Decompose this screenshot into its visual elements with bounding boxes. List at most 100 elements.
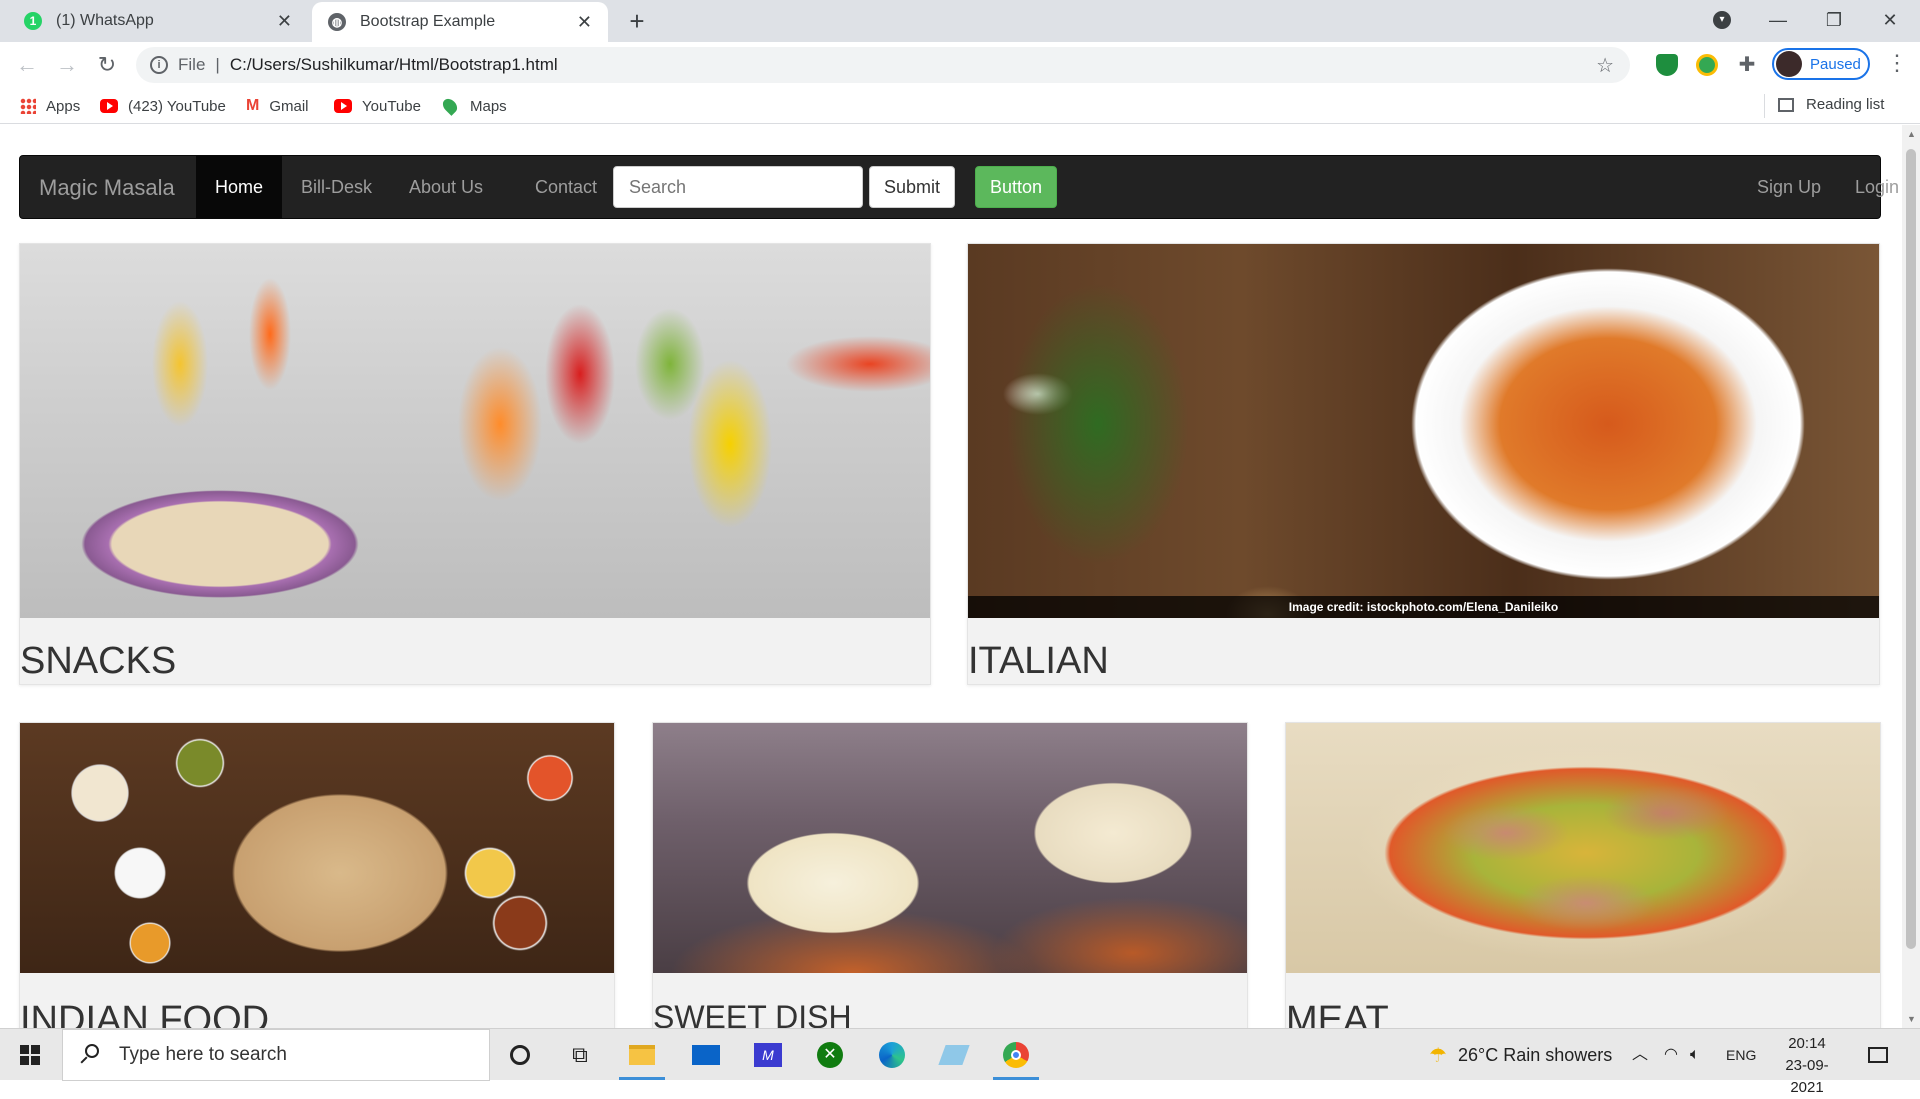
shield-extension-icon[interactable] [1656,54,1678,76]
restore-button[interactable]: ❐ [1806,0,1862,40]
close-tab-icon[interactable]: ✕ [277,11,292,32]
reading-list-button[interactable]: Reading list [1764,94,1884,118]
nav-sign-up[interactable]: Sign Up [1738,156,1840,218]
file-explorer-icon[interactable] [626,1039,658,1071]
gmail-icon: M [246,97,260,114]
wifi-icon[interactable]: ◠ [1664,1029,1678,1081]
menu-kebab-icon[interactable]: ⋮ [1886,50,1908,76]
card-indian-food[interactable]: INDIAN FOOD [19,722,615,1028]
card-italian[interactable]: Image credit: istockphoto.com/Elena_Dani… [967,243,1880,685]
clock-date: 23-09-2021 [1785,1057,1829,1096]
app-icon[interactable]: M [752,1039,784,1071]
clock[interactable]: 20:14 23-09-2021 [1776,1033,1838,1099]
youtube-icon [100,99,118,113]
tab-strip: 1 (1) WhatsApp ✕ ◍ Bootstrap Example ✕ +… [0,0,1920,42]
card-title: SNACKS [20,640,177,682]
bookmark-label: Maps [470,97,507,115]
submit-button[interactable]: Submit [869,166,955,208]
task-view-icon[interactable]: ⧉ [564,1039,596,1071]
minimize-button[interactable]: — [1750,0,1806,40]
close-tab-icon[interactable]: ✕ [577,12,592,33]
globe-icon: ◍ [328,13,346,31]
avatar [1776,51,1802,77]
back-button[interactable]: ← [12,50,42,80]
scroll-up-arrow[interactable]: ▲ [1907,129,1916,139]
sweet-dish-image [653,723,1247,973]
nav-about-us[interactable]: About Us [390,156,502,218]
search-input[interactable] [613,166,863,208]
apps-grid-icon [20,98,36,114]
weather-text[interactable]: 26°C Rain showers [1458,1029,1612,1081]
clock-time: 20:14 [1788,1035,1826,1052]
edge-icon[interactable] [876,1039,908,1071]
notifications-icon[interactable] [1862,1039,1894,1071]
show-hidden-icons-icon[interactable]: ︿ [1632,1029,1648,1081]
scrollbar-thumb[interactable] [1906,149,1916,949]
site-navbar: Magic Masala Home Bill-Desk About Us Con… [19,155,1899,219]
tab-label: (1) WhatsApp [56,12,154,29]
bookmark-label: Apps [46,97,81,115]
nav-contact[interactable]: Contact [516,156,616,218]
tab-label: Bootstrap Example [360,13,496,30]
green-extension-icon[interactable] [1696,54,1718,76]
bookmarks-bar: Apps (423) YouTube M Gmail YouTube Maps … [0,88,1920,124]
new-tab-button[interactable]: + [622,6,652,36]
volume-icon[interactable]: 🔈︎ [1690,1029,1700,1081]
language-indicator[interactable]: ENG [1726,1029,1756,1081]
info-icon[interactable]: i [150,56,168,74]
card-snacks[interactable]: SNACKS [19,243,931,685]
cortana-icon[interactable] [504,1039,536,1071]
bookmark-label: (423) YouTube [128,97,226,115]
xbox-icon[interactable]: ✕ [814,1039,846,1071]
taskbar-search[interactable]: Type here to search [62,1029,490,1081]
bookmark-apps[interactable]: Apps [20,96,80,116]
chrome-icon[interactable] [1000,1039,1032,1071]
green-button[interactable]: Button [975,166,1057,208]
nav-login[interactable]: Login [1836,156,1902,218]
bookmark-label: Gmail [269,97,309,115]
card-sweet-dish[interactable]: SWEET DISH [652,722,1248,1028]
forward-button[interactable]: → [52,50,82,80]
nav-home[interactable]: Home [196,156,283,218]
maps-pin-icon [440,96,460,116]
profile-status: Paused [1810,55,1861,73]
search-icon [79,1044,101,1066]
mail-icon[interactable] [690,1039,722,1071]
reload-button[interactable]: ↻ [92,50,122,80]
tab-search-icon[interactable]: ▾ [1694,0,1750,40]
nav-bill-desk[interactable]: Bill-Desk [282,156,391,218]
image-credit: Image credit: istockphoto.com/Elena_Dani… [968,596,1879,618]
brand-logo[interactable]: Magic Masala [39,175,175,201]
bookmark-maps[interactable]: Maps [440,96,507,116]
tab-bootstrap-example[interactable]: ◍ Bootstrap Example ✕ [312,2,608,42]
card-title: MEAT [1286,999,1389,1028]
windows-start-icon[interactable] [14,1039,46,1071]
bookmark-gmail[interactable]: M Gmail [246,96,309,116]
url-separator: | [215,55,220,74]
page-scrollbar[interactable]: ▲ ▼ [1902,125,1920,1028]
extensions-puzzle-icon[interactable]: ✚ [1736,54,1758,76]
italian-image: Image credit: istockphoto.com/Elena_Dani… [968,244,1879,618]
card-meat[interactable]: MEAT [1285,722,1881,1028]
bookmark-youtube-423[interactable]: (423) YouTube [100,96,226,116]
profile-button[interactable]: Paused [1772,48,1870,80]
taskbar-search-placeholder: Type here to search [119,1044,287,1065]
weather-icon[interactable]: ☂ [1422,1039,1454,1071]
snacks-image [20,244,930,618]
bookmark-youtube[interactable]: YouTube [334,96,421,116]
card-title: INDIAN FOOD [20,999,270,1028]
browser-toolbar: ← → ↻ i File | C:/Users/Sushilkumar/Html… [0,42,1920,88]
notepad-icon[interactable] [938,1039,970,1071]
indian-food-image [20,723,614,973]
meat-image [1286,723,1880,973]
card-title: SWEET DISH [653,999,852,1028]
tab-whatsapp[interactable]: 1 (1) WhatsApp ✕ [0,0,308,42]
youtube-icon [334,99,352,113]
url-scheme: File [178,55,206,74]
scroll-down-arrow[interactable]: ▼ [1907,1014,1916,1024]
bookmark-star-icon[interactable]: ☆ [1596,53,1614,78]
close-window-button[interactable]: ✕ [1862,0,1918,40]
address-bar[interactable]: i File | C:/Users/Sushilkumar/Html/Boots… [136,47,1630,83]
card-title: ITALIAN [968,640,1109,682]
url-text[interactable]: C:/Users/Sushilkumar/Html/Bootstrap1.htm… [230,55,558,75]
